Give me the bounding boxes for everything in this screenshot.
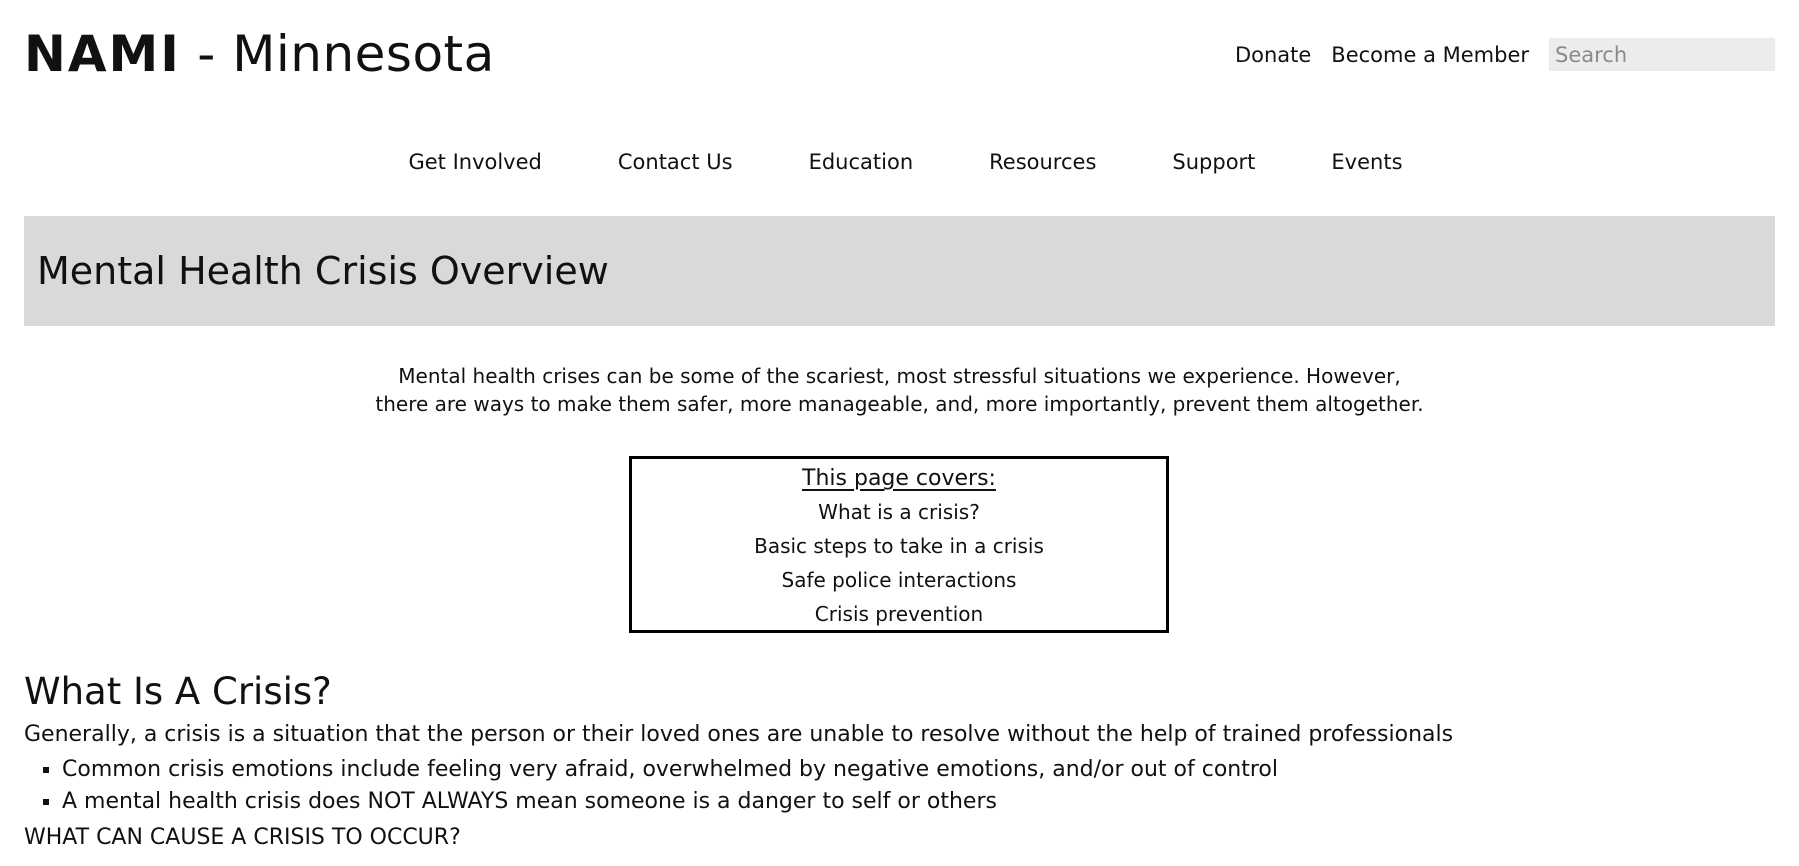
section-heading: What Is A Crisis? — [24, 670, 332, 713]
toc-item-crisis-prevention: Crisis prevention — [814, 602, 984, 626]
page-banner: Mental Health Crisis Overview — [24, 216, 1775, 326]
toc-item-basic-steps: Basic steps to take in a crisis — [754, 534, 1044, 558]
nav-item-education[interactable]: Education — [809, 150, 914, 174]
site-brand[interactable]: NAMI — [24, 25, 181, 83]
page-contents-box: This page covers: What is a crisis? Basi… — [629, 456, 1169, 633]
nav-item-events[interactable]: Events — [1331, 150, 1402, 174]
become-member-link[interactable]: Become a Member — [1331, 43, 1529, 67]
search-input[interactable] — [1549, 38, 1775, 71]
toc-title: This page covers: — [802, 466, 996, 491]
donate-link[interactable]: Donate — [1235, 43, 1311, 67]
intro-paragraph: Mental health crises can be some of the … — [0, 362, 1799, 418]
utility-nav: Donate Become a Member — [1235, 38, 1775, 71]
intro-line-2: there are ways to make them safer, more … — [375, 392, 1424, 416]
nav-item-resources[interactable]: Resources — [989, 150, 1096, 174]
intro-line-1: Mental health crises can be some of the … — [398, 364, 1401, 388]
toc-item-safe-police: Safe police interactions — [781, 568, 1017, 592]
section-subheading: WHAT CAN CAUSE A CRISIS TO OCCUR? — [24, 825, 461, 850]
site-header: NAMI - Minnesota Donate Become a Member — [0, 0, 1799, 120]
toc-list: What is a crisis? Basic steps to take in… — [632, 495, 1166, 631]
nav-item-support[interactable]: Support — [1172, 150, 1255, 174]
nav-item-contact-us[interactable]: Contact Us — [618, 150, 733, 174]
site-title[interactable]: NAMI - Minnesota — [24, 22, 495, 86]
main-nav: Get Involved Contact Us Education Resour… — [6, 150, 1799, 174]
page-title: Mental Health Crisis Overview — [37, 249, 609, 293]
nav-item-get-involved[interactable]: Get Involved — [408, 150, 541, 174]
list-item: Common crisis emotions include feeling v… — [62, 754, 1775, 786]
toc-item-what-is-crisis: What is a crisis? — [818, 500, 980, 524]
list-item: A mental health crisis does NOT ALWAYS m… — [62, 786, 1775, 818]
what-is-crisis-section: What Is A Crisis? Generally, a crisis is… — [24, 668, 1775, 856]
crisis-bullet-list: Common crisis emotions include feeling v… — [24, 754, 1775, 818]
section-lead: Generally, a crisis is a situation that … — [24, 722, 1454, 747]
site-title-rest[interactable]: - Minnesota — [181, 25, 495, 83]
